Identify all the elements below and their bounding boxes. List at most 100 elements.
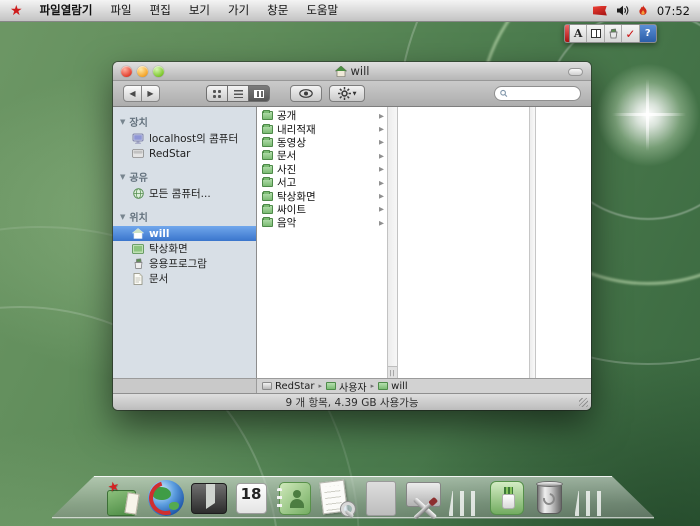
title-bar[interactable]: will	[113, 62, 591, 81]
toolbar-toggle-button[interactable]	[568, 68, 583, 76]
breadcrumb-separator-icon: ▸	[370, 382, 376, 390]
computer-icon	[132, 133, 144, 145]
expand-arrow-icon: ▶	[379, 125, 384, 133]
torch-icon[interactable]	[638, 5, 648, 17]
address-book-icon	[279, 482, 311, 515]
list-view-button[interactable]	[227, 85, 249, 102]
menu-file[interactable]: 파일	[101, 0, 140, 21]
dock-search-icon[interactable]	[319, 479, 357, 517]
sidebar-item-desktop[interactable]: 탁상화면	[113, 241, 256, 256]
icon-view-button[interactable]	[206, 85, 228, 102]
back-button[interactable]: ◀	[123, 85, 142, 102]
quick-look-button[interactable]	[290, 85, 322, 102]
spellcheck-button[interactable]: ✓	[622, 25, 639, 42]
sidebar-item-all-computers[interactable]: 모든 콤퓨터...	[113, 186, 256, 201]
calculator-icon	[366, 481, 396, 516]
dock-shelf-edge	[52, 517, 654, 519]
dock-calculator-icon[interactable]	[362, 479, 400, 517]
file-row-downloads[interactable]: 내리적재 ▶	[257, 122, 387, 135]
column-2[interactable]	[398, 107, 529, 378]
font-button[interactable]: A	[570, 25, 587, 42]
action-menu-button[interactable]: ▼	[329, 85, 365, 102]
folder-icon	[262, 111, 273, 120]
path-bar: RedStar ▸ 사용자 ▸ will	[113, 378, 591, 393]
column-scrollbar[interactable]: ||	[387, 107, 398, 378]
dock-separator	[449, 491, 482, 516]
file-row-music[interactable]: 음악 ▶	[257, 216, 387, 229]
sidebar-item-documents[interactable]: 문서	[113, 271, 256, 286]
sidebar-item-redstar-disk[interactable]: RedStar	[113, 146, 256, 161]
menu-edit[interactable]: 편집	[141, 0, 180, 21]
dock-web-browser-icon[interactable]	[147, 479, 185, 517]
sidebar-item-home[interactable]: will	[113, 226, 256, 241]
folder-icon	[262, 125, 273, 134]
dock-file-manager-icon[interactable]: ★	[104, 479, 142, 517]
resize-grip[interactable]	[579, 398, 588, 407]
menu-help[interactable]: 도움말	[297, 0, 347, 21]
minimize-button[interactable]	[137, 66, 148, 77]
dock-media-player-icon[interactable]	[190, 479, 228, 517]
sidebar-item-localhost[interactable]: localhost의 콤퓨터	[113, 131, 256, 146]
input-method-flag-icon[interactable]	[593, 6, 607, 16]
sidebar-section-devices[interactable]: ▼ 장치	[113, 111, 256, 131]
menu-window[interactable]: 창문	[258, 0, 297, 21]
sidebar-item-applications[interactable]: 응용프로그람	[113, 256, 256, 271]
ink-button[interactable]	[605, 25, 622, 42]
file-row-pictures[interactable]: 사진 ▶	[257, 163, 387, 176]
search-field[interactable]	[494, 86, 581, 101]
folder-icon	[378, 382, 388, 390]
breadcrumb-item-will[interactable]: will	[378, 381, 408, 392]
file-row-public[interactable]: 공개 ▶	[257, 109, 387, 122]
menu-view[interactable]: 보기	[180, 0, 219, 21]
breadcrumb-item-users[interactable]: 사용자	[326, 379, 367, 394]
help-button[interactable]: ?	[640, 25, 656, 42]
dock-stationery-icon[interactable]	[488, 479, 526, 517]
toolbar: ◀ ▶ ▼	[113, 81, 591, 107]
forward-button[interactable]: ▶	[141, 85, 160, 102]
expand-arrow-icon: ▶	[379, 165, 384, 173]
sidebar-item-label: RedStar	[149, 148, 190, 160]
file-row-desktop[interactable]: 탁상화면 ▶	[257, 189, 387, 202]
column-1: 공개 ▶ 내리적재 ▶ 동영상 ▶ 문서 ▶	[257, 107, 387, 378]
disclosure-triangle-icon[interactable]: ▼	[120, 213, 125, 221]
sidebar-section-places[interactable]: ▼ 위치	[113, 206, 256, 226]
ink-cup-icon	[608, 28, 619, 39]
menu-go[interactable]: 가기	[219, 0, 258, 21]
layout-button[interactable]	[587, 25, 604, 42]
file-row-library[interactable]: 서고 ▶	[257, 176, 387, 189]
close-button[interactable]	[121, 66, 132, 77]
file-browser-window: will ◀ ▶ ▼ ▼ 장치	[113, 62, 591, 410]
dock-trash-icon[interactable]	[531, 479, 569, 517]
file-row-documents[interactable]: 문서 ▶	[257, 149, 387, 162]
dock-calendar-icon[interactable]: 18	[233, 479, 271, 517]
column-resize-grip[interactable]: ||	[388, 366, 397, 378]
disclosure-triangle-icon[interactable]: ▼	[120, 118, 125, 126]
dropdown-caret-icon: ▼	[353, 91, 357, 97]
folder-icon	[262, 178, 273, 187]
disk-icon	[132, 148, 144, 160]
breadcrumb-item-redstar[interactable]: RedStar	[262, 381, 315, 392]
red-star-logo-icon[interactable]: ★	[8, 1, 31, 21]
disk-icon	[262, 382, 272, 390]
network-globe-icon	[132, 188, 144, 200]
zoom-button[interactable]	[153, 66, 164, 77]
dock-system-settings-icon[interactable]	[405, 479, 443, 517]
expand-arrow-icon: ▶	[379, 112, 384, 120]
menu-app-name[interactable]: 파일열람기	[31, 0, 102, 21]
sidebar-section-shared[interactable]: ▼ 공유	[113, 166, 256, 186]
breadcrumb-label: will	[391, 381, 408, 392]
file-row-sites[interactable]: 싸이트 ▶	[257, 203, 387, 216]
calendar-day: 18	[241, 485, 262, 503]
column-view-button[interactable]	[248, 85, 270, 102]
file-row-videos[interactable]: 동영상 ▶	[257, 136, 387, 149]
column-divider[interactable]	[529, 107, 536, 378]
volume-icon[interactable]	[616, 5, 629, 16]
list-view-icon	[234, 90, 243, 98]
disclosure-triangle-icon[interactable]: ▼	[120, 173, 125, 181]
sidebar-item-label: 응용프로그람	[149, 256, 207, 271]
dock-address-book-icon[interactable]	[276, 479, 314, 517]
column-3[interactable]	[536, 107, 591, 378]
clock[interactable]: 07:52	[657, 4, 692, 18]
search-input[interactable]	[511, 88, 575, 99]
breadcrumb: RedStar ▸ 사용자 ▸ will	[257, 379, 591, 393]
